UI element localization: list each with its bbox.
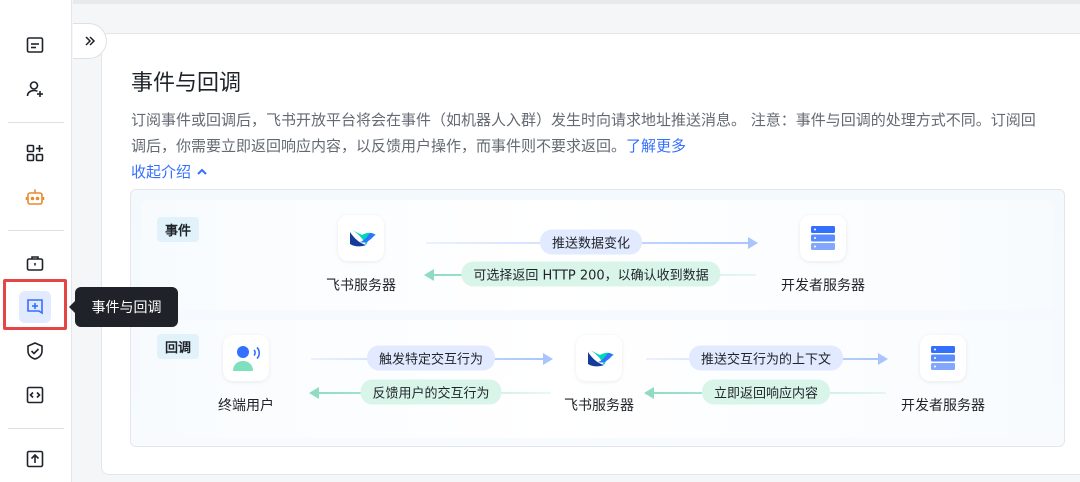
double-chevron-right-icon: [84, 36, 95, 46]
callback-return-pill: 立即返回响应内容: [701, 379, 831, 405]
content-card: 事件与回调 订阅事件或回调后，飞书开放平台将会在事件（如机器人入群）发生时向请求…: [101, 33, 1080, 475]
sidebar-tooltip: 事件与回调: [69, 287, 178, 327]
callback-feishu-node: 飞书服务器: [544, 335, 654, 415]
robot-icon: [25, 189, 45, 205]
server-icon: [800, 215, 846, 261]
event-feishu-node: 飞书服务器: [306, 215, 416, 295]
sidebar-item-security[interactable]: [19, 335, 51, 367]
sidebar-item-members[interactable]: [19, 73, 51, 105]
page-description: 订阅事件或回调后，飞书开放平台将会在事件（如机器人入群）发生时向请求地址推送消息…: [131, 111, 1036, 155]
server-icon: [920, 335, 966, 381]
feishu-logo-icon: [338, 215, 384, 261]
callback-developer-label: 开发者服务器: [901, 398, 985, 414]
event-return-pill: 可选择返回 HTTP 200，以确认收到数据: [461, 261, 721, 287]
shield-check-icon: [27, 342, 43, 360]
callback-push-pill: 推送交互行为的上下文: [688, 345, 844, 371]
event-tag: 事件: [157, 217, 200, 242]
learn-more-link[interactable]: 了解更多: [626, 137, 686, 155]
upload-icon: [26, 450, 44, 468]
sidebar-divider: [8, 122, 64, 123]
top-bar: [73, 0, 1080, 4]
event-feishu-label: 飞书服务器: [326, 278, 396, 294]
user-icon: [223, 335, 269, 381]
callback-trigger-pill: 触发特定交互行为: [366, 345, 496, 371]
sidebar-item-permissions[interactable]: [19, 247, 51, 279]
sidebar-divider: [8, 230, 64, 231]
sidebar-item-dev-config[interactable]: [19, 379, 51, 411]
feishu-logo-icon: [576, 335, 622, 381]
callback-developer-node: 开发者服务器: [888, 335, 998, 415]
collapse-intro-toggle[interactable]: 收起介绍: [131, 161, 209, 182]
apps-grid-icon: [26, 144, 44, 162]
page-title: 事件与回调: [131, 71, 242, 96]
add-user-icon: [26, 81, 43, 97]
chevron-up-icon: [197, 168, 207, 175]
callback-panel: 回调 终端用户 触发特定交互行为 反馈用户的交互行为 飞书服务器 推送交互行为的…: [141, 320, 1054, 438]
callback-feishu-label: 飞书服务器: [564, 398, 634, 414]
callback-user-label: 终端用户: [218, 398, 274, 414]
code-icon: [26, 386, 44, 404]
sidebar-item-features[interactable]: [19, 137, 51, 169]
event-developer-node: 开发者服务器: [768, 215, 878, 295]
sidebar-divider: [8, 428, 64, 429]
callback-user-node: 终端用户: [191, 335, 301, 415]
event-panel: 事件 飞书服务器 推送数据变化 可选择返回 HTTP 200，以确认收到数据 开…: [141, 200, 1054, 310]
event-developer-label: 开发者服务器: [781, 278, 865, 294]
sidebar-item-basic-info[interactable]: [19, 29, 51, 61]
sidebar-item-publish[interactable]: [19, 443, 51, 475]
document-list-icon: [26, 37, 44, 53]
flow-diagram: 事件 飞书服务器 推送数据变化 可选择返回 HTTP 200，以确认收到数据 开…: [130, 189, 1065, 447]
highlight-box: [3, 279, 67, 330]
sidebar: [0, 0, 72, 482]
briefcase-icon: [26, 256, 44, 271]
event-push-pill: 推送数据变化: [539, 229, 643, 255]
sidebar-item-bot[interactable]: [19, 181, 51, 213]
callback-feedback-pill: 反馈用户的交互行为: [360, 379, 502, 405]
